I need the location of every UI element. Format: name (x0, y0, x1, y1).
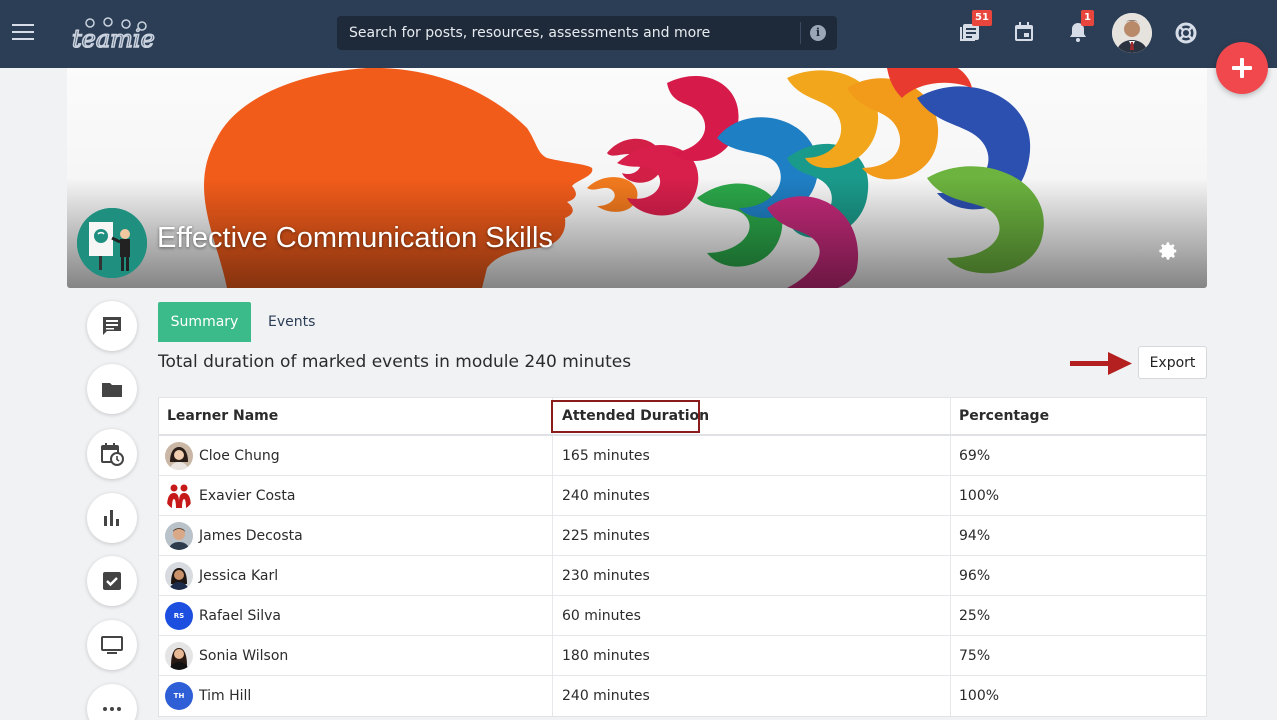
more-icon (103, 707, 121, 711)
header-attended-duration[interactable]: Attended Duration (552, 398, 950, 434)
tab-summary[interactable]: Summary (158, 302, 251, 342)
learner-name[interactable]: Rafael Silva (199, 596, 281, 636)
avatar (165, 642, 193, 670)
search-divider (800, 22, 801, 44)
learner-name[interactable]: Cloe Chung (199, 436, 280, 476)
duration-cell: 240 minutes (552, 476, 950, 515)
percentage-cell: 94% (950, 516, 1206, 555)
more-rail-button[interactable] (87, 684, 137, 720)
learner-cell: Cloe Chung (159, 436, 552, 475)
header-learner-name[interactable]: Learner Name (159, 398, 552, 434)
folder-icon (102, 383, 122, 397)
presentation-rail-button[interactable] (87, 620, 137, 670)
top-navbar: teamie i 51 1 (0, 0, 1277, 68)
learner-name[interactable]: Exavier Costa (199, 476, 295, 516)
calendar-clock-icon (101, 443, 124, 466)
table-row: TH Tim Hill 240 minutes 100% (159, 676, 1206, 716)
learner-cell: Jessica Karl (159, 556, 552, 595)
menu-icon[interactable] (12, 24, 34, 42)
learner-name[interactable]: James Decosta (199, 516, 303, 556)
search-bar: i (337, 16, 837, 50)
gear-icon[interactable] (1157, 240, 1179, 262)
course-logo (77, 208, 147, 278)
duration-cell: 230 minutes (552, 556, 950, 595)
checkbox-icon (103, 572, 121, 590)
tasks-rail-button[interactable] (87, 556, 137, 606)
duration-cell: 165 minutes (552, 436, 950, 475)
tab-events[interactable]: Events (268, 302, 315, 342)
duration-cell: 180 minutes (552, 636, 950, 675)
export-button[interactable]: Export (1138, 346, 1207, 379)
percentage-cell: 75% (950, 636, 1206, 675)
percentage-cell: 25% (950, 596, 1206, 635)
search-input[interactable] (337, 16, 799, 50)
chat-icon (103, 317, 121, 335)
learner-cell: James Decosta (159, 516, 552, 555)
learner-name[interactable]: Tim Hill (199, 676, 251, 716)
avatar (165, 522, 193, 550)
duration-cell: 225 minutes (552, 516, 950, 555)
help-icon[interactable] (1174, 21, 1200, 47)
avatar (165, 562, 193, 590)
learner-cell: Sonia Wilson (159, 636, 552, 675)
course-banner: Effective Communication Skills (67, 68, 1207, 288)
learner-cell: RS Rafael Silva (159, 596, 552, 635)
percentage-cell: 100% (950, 476, 1206, 515)
table-row: RS Rafael Silva 60 minutes 25% (159, 596, 1206, 636)
learner-name[interactable]: Jessica Karl (199, 556, 278, 596)
table-header-row: Learner Name Attended Duration Percentag… (159, 398, 1206, 436)
percentage-cell: 100% (950, 676, 1206, 716)
monitor-icon (101, 636, 123, 654)
posts-rail-button[interactable] (87, 301, 137, 351)
avatar (165, 442, 193, 470)
resources-rail-button[interactable] (87, 364, 137, 414)
avatar: RS (165, 602, 193, 630)
avatar[interactable] (1112, 13, 1152, 53)
bell-icon[interactable]: 1 (1066, 10, 1094, 46)
header-percentage[interactable]: Percentage (950, 398, 1206, 434)
table-row: James Decosta 225 minutes 94% (159, 516, 1206, 556)
svg-text:teamie: teamie (72, 25, 155, 53)
bar-chart-icon (104, 510, 119, 526)
percentage-cell: 69% (950, 436, 1206, 475)
newsfeed-icon[interactable]: 51 (958, 10, 992, 46)
avatar (165, 482, 193, 510)
pointer-arrow-icon (1070, 352, 1132, 375)
course-title: Effective Communication Skills (157, 222, 553, 254)
newsfeed-badge: 51 (972, 10, 992, 26)
table-row: Sonia Wilson 180 minutes 75% (159, 636, 1206, 676)
duration-cell: 240 minutes (552, 676, 950, 716)
table-row: Cloe Chung 165 minutes 69% (159, 436, 1206, 476)
attendance-table: Learner Name Attended Duration Percentag… (158, 397, 1207, 717)
events-rail-button[interactable] (87, 429, 137, 479)
bell-badge: 1 (1081, 10, 1094, 26)
calendar-icon[interactable] (1012, 20, 1038, 46)
learner-cell: TH Tim Hill (159, 676, 552, 716)
percentage-cell: 96% (950, 556, 1206, 595)
table-row: Jessica Karl 230 minutes 96% (159, 556, 1206, 596)
learner-name[interactable]: Sonia Wilson (199, 636, 288, 676)
info-icon[interactable]: i (810, 25, 826, 41)
reports-rail-button[interactable] (87, 493, 137, 543)
teamie-logo[interactable]: teamie (70, 14, 166, 54)
table-row: Exavier Costa 240 minutes 100% (159, 476, 1206, 516)
total-duration-text: Total duration of marked events in modul… (158, 352, 632, 372)
learner-cell: Exavier Costa (159, 476, 552, 515)
duration-cell: 60 minutes (552, 596, 950, 635)
add-fab-button[interactable] (1216, 42, 1268, 94)
avatar: TH (165, 682, 193, 710)
